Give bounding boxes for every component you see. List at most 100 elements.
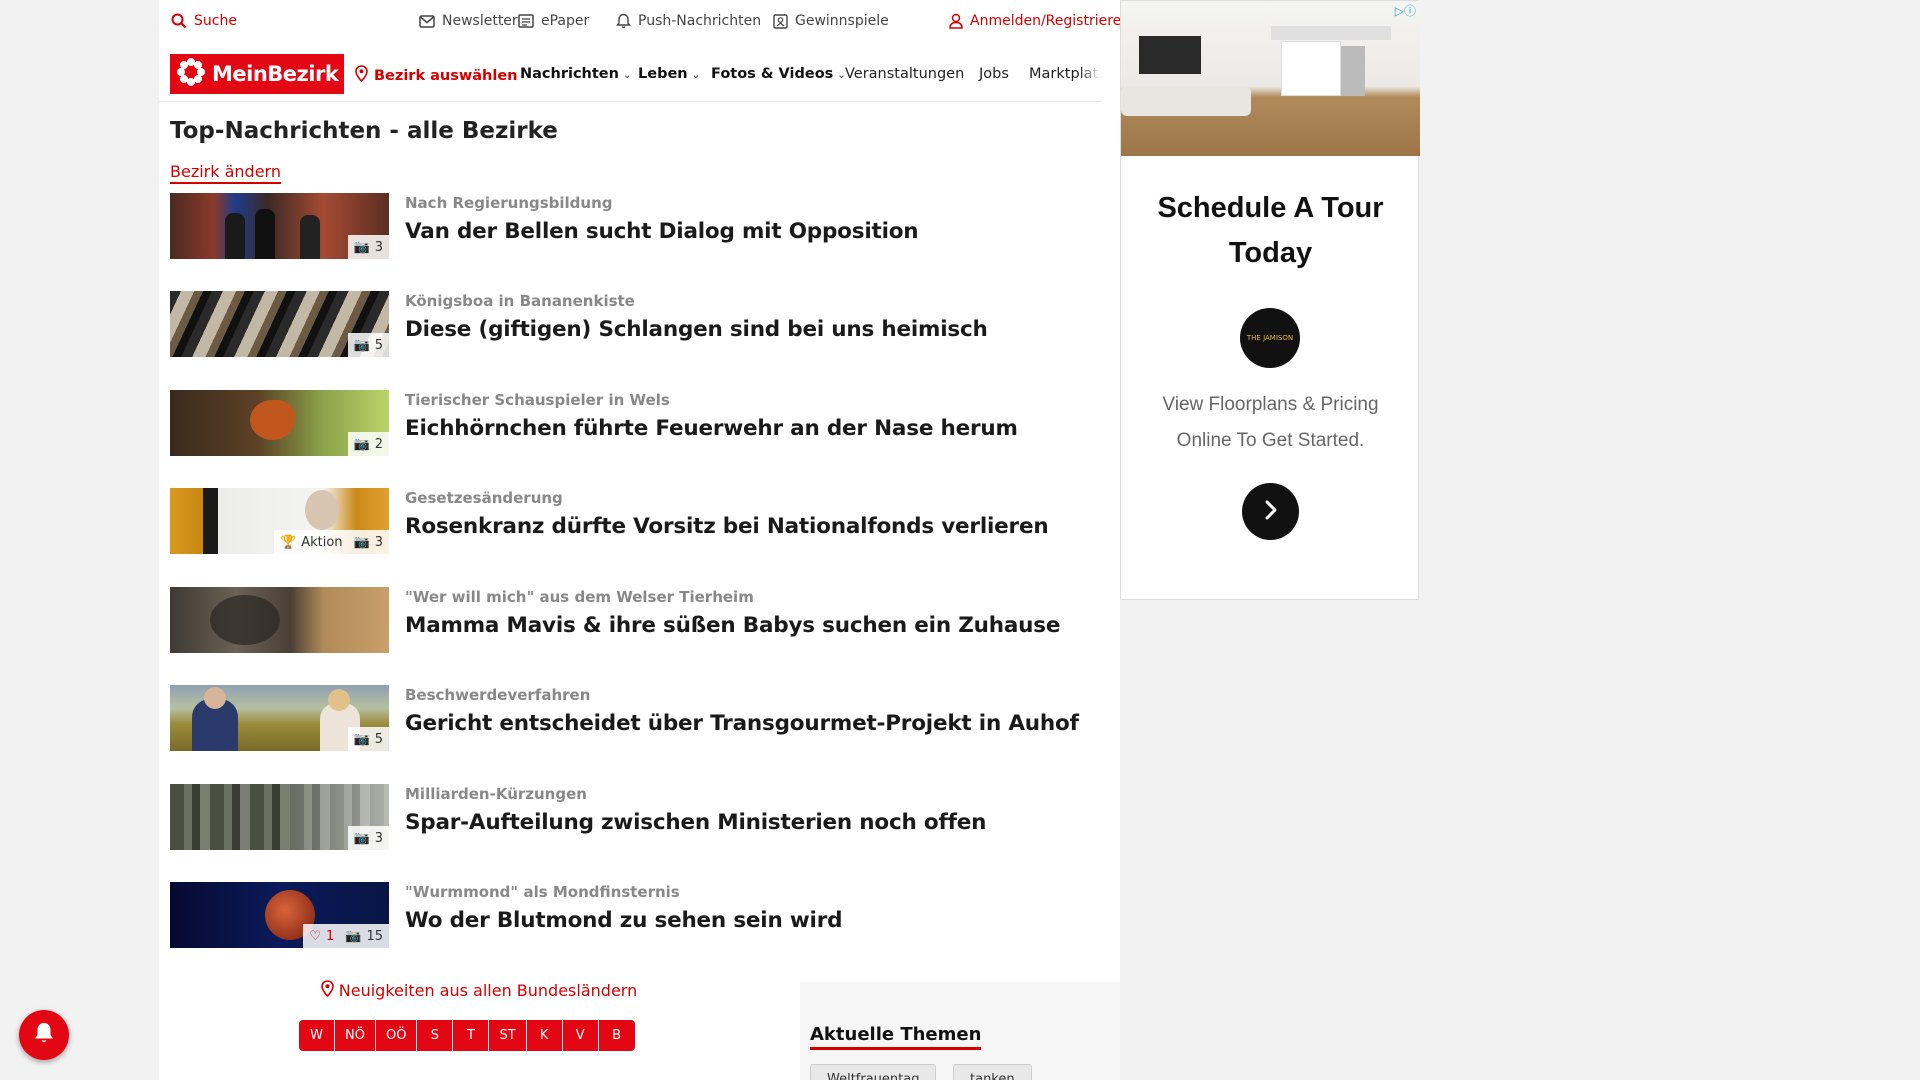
- article-item[interactable]: 📷 2 Tierischer Schauspieler in Wels Eichh…: [170, 390, 1090, 456]
- aktion-label: Aktion: [301, 534, 343, 550]
- nav-leben-label: Leben: [638, 66, 688, 82]
- epaper-link[interactable]: ePaper: [518, 13, 589, 29]
- article-item[interactable]: 📷 5 Beschwerdeverfahren Gericht entscheid…: [170, 685, 1090, 751]
- advertisement[interactable]: ▷ⓘ Schedule A Tour Today THE JAMISON Vie…: [1120, 0, 1420, 600]
- article-thumbnail: [170, 587, 389, 653]
- state-button-s[interactable]: S: [417, 1020, 454, 1051]
- ad-title: Schedule A Tour Today: [1121, 186, 1420, 276]
- ad-text-line: Online To Get Started.: [1176, 430, 1365, 451]
- photo-count: 3: [374, 534, 383, 550]
- bell-icon: [616, 13, 631, 29]
- heart-icon: ♡: [309, 928, 321, 944]
- bundeslaender-label: Neuigkeiten aus allen Bundesländern: [338, 981, 638, 1000]
- ad-text: View Floorplans & Pricing Online To Get …: [1121, 387, 1420, 459]
- ad-logo-text: THE JAMISON: [1246, 334, 1294, 342]
- article-item[interactable]: 📷 5 Königsboa in Bananenkiste Diese (gift…: [170, 291, 1090, 357]
- state-button-noe[interactable]: NÖ: [335, 1020, 376, 1051]
- article-item[interactable]: 📷 3 Milliarden-Kürzungen Spar-Aufteilung …: [170, 784, 1090, 850]
- like-count: 1: [325, 928, 335, 944]
- bezirk-select[interactable]: Bezirk auswählen: [355, 65, 518, 86]
- map-pin-icon: [355, 65, 368, 86]
- photo-count-badge: 📷 3: [347, 826, 389, 850]
- map-pin-icon: [320, 980, 334, 1001]
- article-item[interactable]: "Wer will mich" aus dem Welser Tierheim …: [170, 587, 1090, 653]
- article-headline[interactable]: Spar-Aufteilung zwischen Ministerien noc…: [405, 810, 986, 835]
- state-button-w[interactable]: W: [299, 1020, 335, 1051]
- article-kicker: "Wer will mich" aus dem Welser Tierheim: [405, 588, 754, 606]
- photo-count-badge: 📷 5: [347, 333, 389, 357]
- article-headline[interactable]: Rosenkranz dürfte Vorsitz bei Nationalfo…: [405, 514, 1049, 539]
- topic-chip[interactable]: tanken: [953, 1064, 1032, 1080]
- push-label: Push-Nachrichten: [638, 13, 762, 29]
- article-thumbnail: 🏆 Aktion 📷 3: [170, 488, 389, 554]
- article-kicker: Milliarden-Kürzungen: [405, 785, 587, 803]
- article-headline[interactable]: Wo der Blutmond zu sehen sein wird: [405, 908, 842, 933]
- ad-choices-icon[interactable]: ▷ⓘ: [1395, 2, 1416, 19]
- image-icon: 📷: [353, 337, 370, 353]
- article-headline[interactable]: Van der Bellen sucht Dialog mit Oppositi…: [405, 219, 919, 244]
- main-navigation: MeinBezirk Bezirk auswählen Nachrichten ⌄…: [159, 50, 1102, 102]
- mail-icon: [419, 14, 435, 28]
- image-icon: 📷: [353, 239, 370, 255]
- topic-chip[interactable]: Weltfrauentag: [810, 1064, 937, 1080]
- login-link[interactable]: Anmelden/Registrieren: [949, 13, 1130, 29]
- article-headline[interactable]: Gericht entscheidet über Transgourmet-Pr…: [405, 711, 1079, 736]
- article-kicker: Nach Regierungsbildung: [405, 194, 613, 212]
- page-title: Top-Nachrichten - alle Bezirke: [170, 118, 558, 144]
- nav-leben[interactable]: Leben ⌄: [638, 66, 700, 82]
- nav-fotos-videos[interactable]: Fotos & Videos ⌄: [711, 66, 846, 82]
- article-kicker: Tierischer Schauspieler in Wels: [405, 391, 670, 409]
- current-topics-panel: Aktuelle Themen Weltfrauentag tanken: [800, 982, 1120, 1080]
- nav-veranstaltungen[interactable]: Veranstaltungen: [845, 66, 964, 82]
- logo-text: MeinBezirk: [212, 62, 339, 86]
- bundeslaender-link[interactable]: Neuigkeiten aus allen Bundesländern: [159, 980, 799, 1001]
- article-headline[interactable]: Diese (giftigen) Schlangen sind bei uns …: [405, 317, 988, 342]
- state-button-t[interactable]: T: [453, 1020, 490, 1051]
- change-bezirk-link[interactable]: Bezirk ändern: [170, 162, 281, 184]
- state-button-k[interactable]: K: [527, 1020, 563, 1051]
- site-logo[interactable]: MeinBezirk: [170, 54, 344, 94]
- state-selector: W NÖ OÖ S T ST K V B: [299, 1020, 635, 1051]
- ad-text-line: View Floorplans & Pricing: [1162, 394, 1379, 415]
- article-item[interactable]: 🏆 Aktion 📷 3 Gesetzesänderung Rosenkranz d…: [170, 488, 1090, 554]
- state-button-ooe[interactable]: OÖ: [376, 1020, 418, 1051]
- article-item[interactable]: ♡ 1 📷 15 "Wurmmond" als Mondfinsternis Wo …: [170, 882, 1090, 948]
- image-icon: 📷: [353, 731, 370, 747]
- article-headline[interactable]: Mamma Mavis & ihre süßen Babys suchen ei…: [405, 613, 1060, 638]
- article-item[interactable]: 📷 3 Nach Regierungsbildung Van der Bellen…: [170, 193, 1090, 259]
- nav-marktplatz[interactable]: Marktplatz: [1029, 66, 1101, 82]
- article-thumbnail: 📷 5: [170, 291, 389, 357]
- ad-next-button[interactable]: [1242, 483, 1299, 540]
- nav-jobs[interactable]: Jobs: [979, 66, 1009, 82]
- gewinnspiele-label: Gewinnspiele: [795, 13, 889, 29]
- article-thumbnail: 📷 3: [170, 784, 389, 850]
- article-thumbnail: ♡ 1 📷 15: [170, 882, 389, 948]
- nav-fotos-label: Fotos & Videos: [711, 66, 834, 82]
- nav-nachrichten[interactable]: Nachrichten ⌄: [520, 66, 631, 82]
- photo-count: 3: [374, 830, 383, 846]
- article-headline[interactable]: Eichhörnchen führte Feuerwehr an der Nas…: [405, 416, 1018, 441]
- article-thumbnail: 📷 2: [170, 390, 389, 456]
- bezirk-label: Bezirk auswählen: [374, 67, 518, 84]
- chevron-right-icon: [1262, 499, 1280, 525]
- photo-count: 3: [374, 239, 383, 255]
- push-link[interactable]: Push-Nachrichten: [616, 13, 761, 29]
- state-button-st[interactable]: ST: [489, 1020, 527, 1051]
- article-kicker: Königsboa in Bananenkiste: [405, 292, 635, 310]
- newsletter-link[interactable]: Newsletter: [419, 13, 518, 29]
- notification-bell-button[interactable]: [19, 1010, 69, 1060]
- article-thumbnail: 📷 3: [170, 193, 389, 259]
- utility-bar: Suche Newsletter ePaper Push-Nachrichten…: [169, 10, 1130, 36]
- ad-title-line: Today: [1228, 237, 1313, 269]
- state-button-b[interactable]: B: [599, 1020, 635, 1051]
- search-link[interactable]: Suche: [171, 13, 237, 29]
- photo-count-badge: 📷 5: [347, 727, 389, 751]
- image-icon: 📷: [353, 436, 370, 452]
- photo-count: 2: [374, 436, 383, 452]
- ad-logo: THE JAMISON: [1240, 308, 1300, 368]
- state-button-v[interactable]: V: [563, 1020, 599, 1051]
- article-kicker: Beschwerdeverfahren: [405, 686, 591, 704]
- gewinnspiele-link[interactable]: Gewinnspiele: [773, 13, 889, 29]
- image-icon: 📷: [353, 534, 370, 550]
- chevron-down-icon: ⌄: [622, 70, 632, 81]
